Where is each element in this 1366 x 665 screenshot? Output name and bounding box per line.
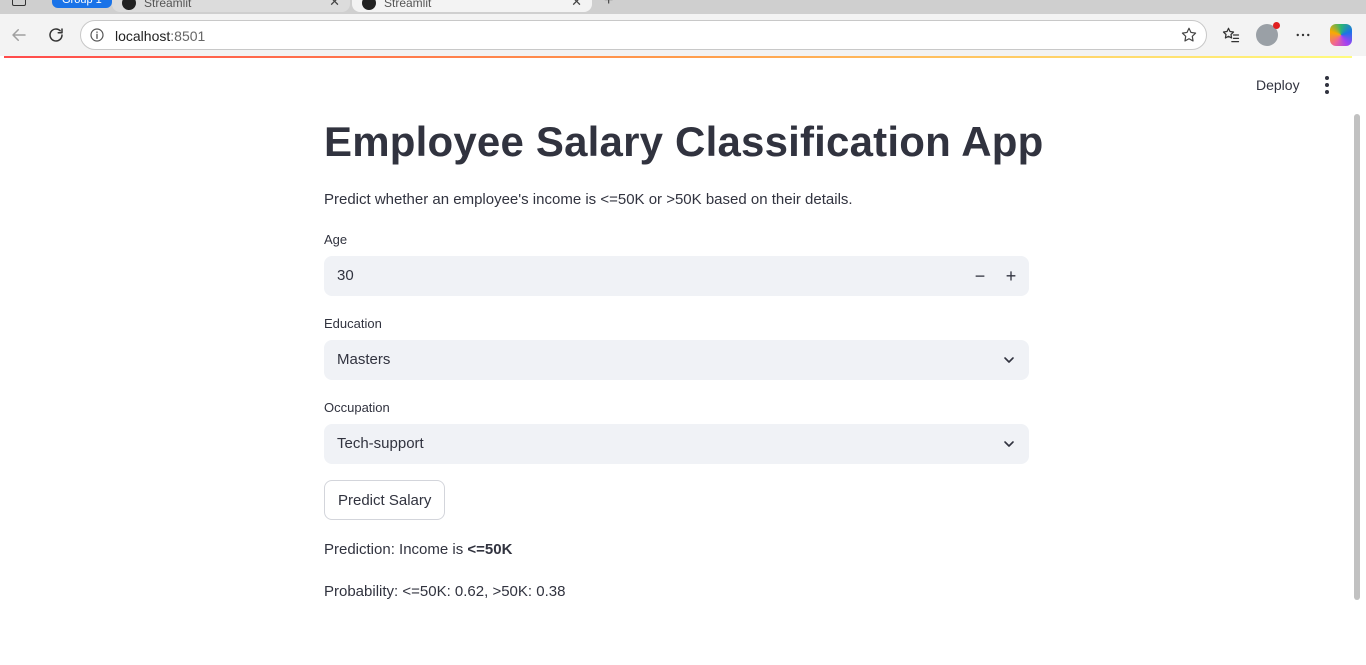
address-bar[interactable]: localhost:8501 — [80, 20, 1207, 50]
notification-dot — [1273, 22, 1280, 29]
favorites-button[interactable] — [1220, 24, 1242, 46]
back-button[interactable] — [6, 22, 32, 48]
occupation-selected-value: Tech-support — [337, 435, 424, 452]
increment-button[interactable]: + — [995, 256, 1027, 296]
copilot-icon[interactable] — [1330, 24, 1352, 46]
scrollbar-thumb[interactable] — [1354, 114, 1360, 600]
occupation-label: Occupation — [324, 400, 390, 415]
browser-tab-strip: Group 1 Streamlit ✕ Streamlit ✕ + — [0, 0, 1366, 14]
streamlit-favicon-icon — [122, 0, 136, 10]
age-value[interactable]: 30 — [337, 267, 354, 284]
url-text: localhost:8501 — [115, 28, 205, 44]
browser-tab[interactable]: Streamlit ✕ — [112, 0, 350, 12]
education-select[interactable]: Masters — [324, 340, 1029, 380]
reload-icon — [49, 28, 63, 42]
url-host: localhost — [115, 28, 171, 44]
reload-button[interactable] — [43, 22, 69, 48]
occupation-select[interactable]: Tech-support — [324, 424, 1029, 464]
main-menu-icon[interactable] — [1318, 74, 1336, 96]
new-tab-icon[interactable]: + — [604, 0, 613, 10]
browser-menu-button[interactable] — [1292, 24, 1314, 46]
tab-group-label[interactable]: Group 1 — [52, 0, 112, 8]
browser-toolbar: localhost:8501 — [0, 14, 1366, 56]
arrow-left-icon — [12, 29, 26, 41]
browser-tab-active[interactable]: Streamlit ✕ — [352, 0, 592, 12]
site-info-icon[interactable] — [89, 27, 105, 43]
chevron-down-icon — [1004, 441, 1014, 447]
prediction-text: Prediction: Income is <=50K — [324, 541, 512, 558]
chevron-down-icon — [1004, 357, 1014, 363]
url-port: :8501 — [170, 28, 206, 44]
tab-actions-icon[interactable] — [12, 0, 26, 6]
more-horizontal-icon — [1296, 33, 1310, 37]
favorites-list-icon — [1222, 27, 1240, 43]
profile-avatar[interactable] — [1256, 22, 1280, 46]
tab-title: Streamlit — [144, 0, 192, 10]
age-number-input[interactable]: 30 − + — [324, 256, 1029, 296]
education-selected-value: Masters — [337, 351, 391, 368]
deploy-button[interactable]: Deploy — [1248, 74, 1308, 96]
education-label: Education — [324, 316, 382, 331]
predict-salary-button[interactable]: Predict Salary — [324, 480, 446, 520]
prediction-prefix: Prediction: Income is — [324, 541, 468, 558]
tab-title: Streamlit — [384, 0, 432, 10]
favorite-star-icon[interactable] — [1180, 26, 1198, 44]
prediction-value: <=50K — [467, 541, 513, 558]
age-label: Age — [324, 232, 348, 247]
decrement-button[interactable]: − — [964, 256, 996, 296]
page-title: Employee Salary Classification App — [324, 118, 1044, 165]
probability-text: Probability: <=50K: 0.62, >50K: 0.38 — [324, 583, 566, 600]
page-viewport: Deploy Employee Salary Classification Ap… — [4, 56, 1362, 665]
streamlit-favicon-icon — [362, 0, 376, 10]
scrollbar[interactable] — [1352, 56, 1362, 665]
close-tab-icon[interactable]: ✕ — [571, 0, 582, 10]
close-tab-icon[interactable]: ✕ — [329, 0, 340, 10]
page-description: Predict whether an employee's income is … — [324, 191, 853, 208]
streamlit-decoration-bar — [4, 56, 1362, 58]
